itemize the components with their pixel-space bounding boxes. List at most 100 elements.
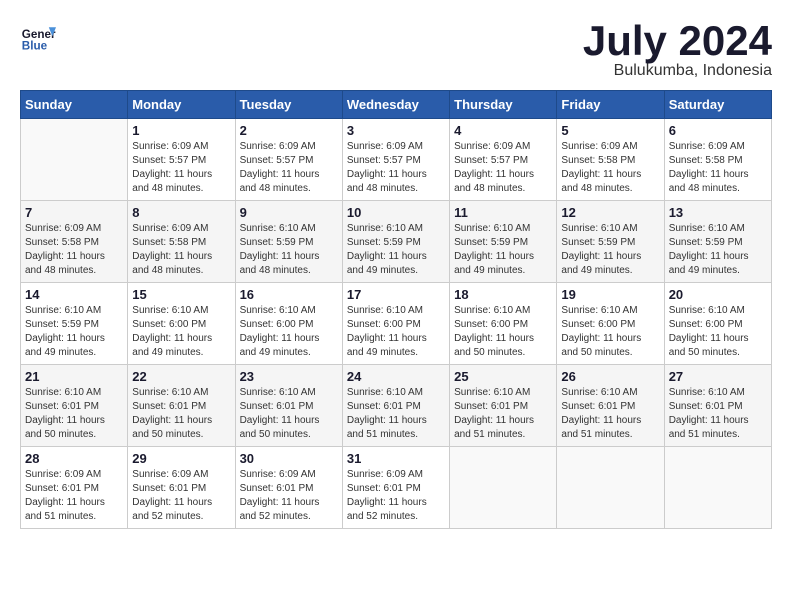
day-info: Sunrise: 6:10 AM Sunset: 6:01 PM Dayligh… bbox=[132, 386, 230, 442]
calendar-cell: 4 Sunrise: 6:09 AM Sunset: 5:57 PM Daylig… bbox=[450, 119, 557, 201]
day-number: 8 bbox=[132, 205, 230, 220]
day-info: Sunrise: 6:10 AM Sunset: 5:59 PM Dayligh… bbox=[669, 222, 767, 278]
day-number: 12 bbox=[561, 205, 659, 220]
day-info: Sunrise: 6:10 AM Sunset: 5:59 PM Dayligh… bbox=[240, 222, 338, 278]
day-number: 18 bbox=[454, 287, 552, 302]
day-number: 2 bbox=[240, 123, 338, 138]
calendar-cell: 5 Sunrise: 6:09 AM Sunset: 5:58 PM Daylig… bbox=[557, 119, 664, 201]
title-section: July 2024 Bulukumba, Indonesia bbox=[583, 20, 772, 80]
logo: General Blue bbox=[20, 20, 56, 56]
day-number: 21 bbox=[25, 369, 123, 384]
day-info: Sunrise: 6:09 AM Sunset: 5:58 PM Dayligh… bbox=[669, 140, 767, 196]
calendar-cell: 2Sunrise: 6:09 AM Sunset: 5:57 PM Daylig… bbox=[235, 119, 342, 201]
day-number: 27 bbox=[669, 369, 767, 384]
day-info: Sunrise: 6:10 AM Sunset: 6:00 PM Dayligh… bbox=[454, 304, 552, 360]
day-number: 26 bbox=[561, 369, 659, 384]
day-info: Sunrise: 6:10 AM Sunset: 5:59 PM Dayligh… bbox=[454, 222, 552, 278]
location: Bulukumba, Indonesia bbox=[583, 62, 772, 80]
calendar-cell: 11 Sunrise: 6:10 AM Sunset: 5:59 PM Dayli… bbox=[450, 201, 557, 283]
day-number: 29 bbox=[132, 451, 230, 466]
day-info: Sunrise: 6:10 AM Sunset: 6:01 PM Dayligh… bbox=[347, 386, 445, 442]
svg-text:Blue: Blue bbox=[22, 40, 48, 53]
day-info: Sunrise: 6:10 AM Sunset: 6:00 PM Dayligh… bbox=[347, 304, 445, 360]
day-number: 7 bbox=[25, 205, 123, 220]
day-info: Sunrise: 6:10 AM Sunset: 5:59 PM Dayligh… bbox=[561, 222, 659, 278]
calendar-cell: 26 Sunrise: 6:10 AM Sunset: 6:01 PM Dayli… bbox=[557, 365, 664, 447]
calendar-cell: 19 Sunrise: 6:10 AM Sunset: 6:00 PM Dayli… bbox=[557, 283, 664, 365]
calendar-cell: 31 Sunrise: 6:09 AM Sunset: 6:01 PM Dayli… bbox=[342, 447, 449, 529]
day-number: 13 bbox=[669, 205, 767, 220]
day-number: 23 bbox=[240, 369, 338, 384]
calendar-cell: 6 Sunrise: 6:09 AM Sunset: 5:58 PM Daylig… bbox=[664, 119, 771, 201]
day-number: 3 bbox=[347, 123, 445, 138]
weekday-header-monday: Monday bbox=[128, 91, 235, 119]
weekday-header-thursday: Thursday bbox=[450, 91, 557, 119]
calendar-cell: 7 Sunrise: 6:09 AM Sunset: 5:58 PM Daylig… bbox=[21, 201, 128, 283]
day-info: Sunrise: 6:10 AM Sunset: 6:01 PM Dayligh… bbox=[561, 386, 659, 442]
calendar-cell: 3 Sunrise: 6:09 AM Sunset: 5:57 PM Daylig… bbox=[342, 119, 449, 201]
day-info: Sunrise: 6:09 AM Sunset: 6:01 PM Dayligh… bbox=[25, 468, 123, 524]
day-number: 19 bbox=[561, 287, 659, 302]
month-title: July 2024 bbox=[583, 20, 772, 62]
day-number: 20 bbox=[669, 287, 767, 302]
day-number: 31 bbox=[347, 451, 445, 466]
day-info: Sunrise: 6:10 AM Sunset: 5:59 PM Dayligh… bbox=[347, 222, 445, 278]
day-number: 11 bbox=[454, 205, 552, 220]
day-number: 14 bbox=[25, 287, 123, 302]
day-number: 1 bbox=[132, 123, 230, 138]
day-number: 5 bbox=[561, 123, 659, 138]
calendar-cell: 15 Sunrise: 6:10 AM Sunset: 6:00 PM Dayli… bbox=[128, 283, 235, 365]
calendar-cell bbox=[664, 447, 771, 529]
day-number: 10 bbox=[347, 205, 445, 220]
day-info: Sunrise: 6:10 AM Sunset: 5:59 PM Dayligh… bbox=[25, 304, 123, 360]
day-number: 30 bbox=[240, 451, 338, 466]
calendar-cell: 17 Sunrise: 6:10 AM Sunset: 6:00 PM Dayli… bbox=[342, 283, 449, 365]
calendar-cell: 14 Sunrise: 6:10 AM Sunset: 5:59 PM Dayli… bbox=[21, 283, 128, 365]
day-info: Sunrise: 6:09 AM Sunset: 6:01 PM Dayligh… bbox=[132, 468, 230, 524]
calendar-cell: 22 Sunrise: 6:10 AM Sunset: 6:01 PM Dayli… bbox=[128, 365, 235, 447]
calendar-cell: 13 Sunrise: 6:10 AM Sunset: 5:59 PM Dayli… bbox=[664, 201, 771, 283]
day-info: Sunrise: 6:10 AM Sunset: 6:00 PM Dayligh… bbox=[240, 304, 338, 360]
day-info: Sunrise: 6:10 AM Sunset: 6:01 PM Dayligh… bbox=[669, 386, 767, 442]
calendar-cell: 12 Sunrise: 6:10 AM Sunset: 5:59 PM Dayli… bbox=[557, 201, 664, 283]
calendar-cell: 27 Sunrise: 6:10 AM Sunset: 6:01 PM Dayli… bbox=[664, 365, 771, 447]
day-info: Sunrise: 6:10 AM Sunset: 6:01 PM Dayligh… bbox=[454, 386, 552, 442]
day-info: Sunrise: 6:10 AM Sunset: 6:00 PM Dayligh… bbox=[132, 304, 230, 360]
calendar-cell: 25 Sunrise: 6:10 AM Sunset: 6:01 PM Dayli… bbox=[450, 365, 557, 447]
day-info: Sunrise: 6:09 AM Sunset: 6:01 PM Dayligh… bbox=[347, 468, 445, 524]
day-number: 6 bbox=[669, 123, 767, 138]
day-number: 17 bbox=[347, 287, 445, 302]
day-info: Sunrise: 6:09 AM Sunset: 5:57 PM Dayligh… bbox=[347, 140, 445, 196]
calendar-cell bbox=[450, 447, 557, 529]
day-number: 9 bbox=[240, 205, 338, 220]
calendar-cell: 24Sunrise: 6:10 AM Sunset: 6:01 PM Dayli… bbox=[342, 365, 449, 447]
day-info: Sunrise: 6:10 AM Sunset: 6:00 PM Dayligh… bbox=[669, 304, 767, 360]
day-number: 4 bbox=[454, 123, 552, 138]
calendar-cell: 9 Sunrise: 6:10 AM Sunset: 5:59 PM Daylig… bbox=[235, 201, 342, 283]
day-info: Sunrise: 6:09 AM Sunset: 5:57 PM Dayligh… bbox=[132, 140, 230, 196]
day-info: Sunrise: 6:09 AM Sunset: 5:58 PM Dayligh… bbox=[25, 222, 123, 278]
weekday-header-sunday: Sunday bbox=[21, 91, 128, 119]
day-number: 16 bbox=[240, 287, 338, 302]
weekday-header-friday: Friday bbox=[557, 91, 664, 119]
day-info: Sunrise: 6:10 AM Sunset: 6:01 PM Dayligh… bbox=[240, 386, 338, 442]
calendar-cell: 8 Sunrise: 6:09 AM Sunset: 5:58 PM Daylig… bbox=[128, 201, 235, 283]
calendar-cell: 21Sunrise: 6:10 AM Sunset: 6:01 PM Dayli… bbox=[21, 365, 128, 447]
day-number: 15 bbox=[132, 287, 230, 302]
calendar-cell: 18 Sunrise: 6:10 AM Sunset: 6:00 PM Dayli… bbox=[450, 283, 557, 365]
calendar-table: SundayMondayTuesdayWednesdayThursdayFrid… bbox=[20, 90, 772, 529]
calendar-cell: 1 Sunrise: 6:09 AM Sunset: 5:57 PM Daylig… bbox=[128, 119, 235, 201]
calendar-cell bbox=[21, 119, 128, 201]
day-number: 22 bbox=[132, 369, 230, 384]
day-number: 28 bbox=[25, 451, 123, 466]
calendar-cell: 20 Sunrise: 6:10 AM Sunset: 6:00 PM Dayli… bbox=[664, 283, 771, 365]
day-info: Sunrise: 6:09 AM Sunset: 5:58 PM Dayligh… bbox=[561, 140, 659, 196]
day-info: Sunrise: 6:10 AM Sunset: 6:00 PM Dayligh… bbox=[561, 304, 659, 360]
day-number: 25 bbox=[454, 369, 552, 384]
calendar-cell: 10 Sunrise: 6:10 AM Sunset: 5:59 PM Dayli… bbox=[342, 201, 449, 283]
weekday-header-wednesday: Wednesday bbox=[342, 91, 449, 119]
weekday-header-tuesday: Tuesday bbox=[235, 91, 342, 119]
calendar-cell: 29 Sunrise: 6:09 AM Sunset: 6:01 PM Dayli… bbox=[128, 447, 235, 529]
day-info: Sunrise: 6:09 AM Sunset: 5:58 PM Dayligh… bbox=[132, 222, 230, 278]
day-info: Sunrise: 6:09 AM Sunset: 5:57 PM Dayligh… bbox=[454, 140, 552, 196]
